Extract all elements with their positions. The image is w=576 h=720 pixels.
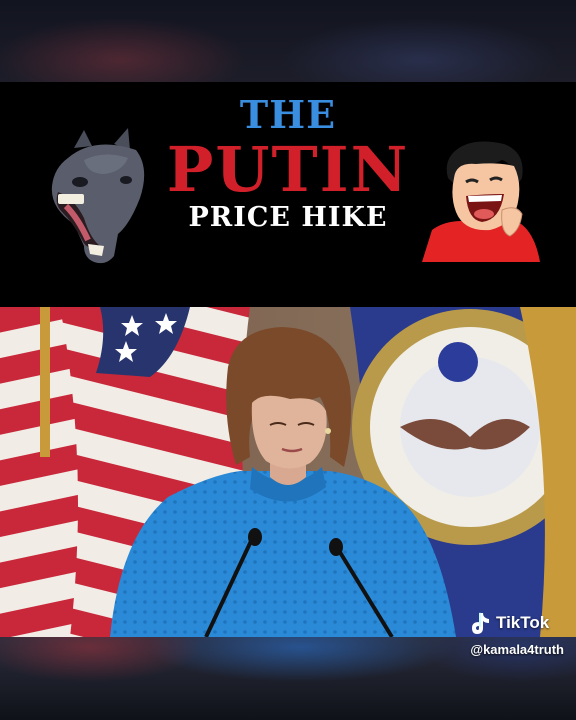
press-conference-scene (0, 307, 576, 637)
video-frame[interactable] (0, 307, 576, 637)
tiktok-icon (472, 612, 489, 634)
tiktok-label: TikTok (496, 613, 550, 632)
laughing-horse-icon (51, 128, 145, 264)
blurred-background-top (0, 0, 576, 82)
creator-handle[interactable]: @kamala4truth (470, 642, 564, 657)
tiktok-watermark: TikTok (470, 611, 549, 635)
laughing-face-icon (422, 141, 540, 262)
